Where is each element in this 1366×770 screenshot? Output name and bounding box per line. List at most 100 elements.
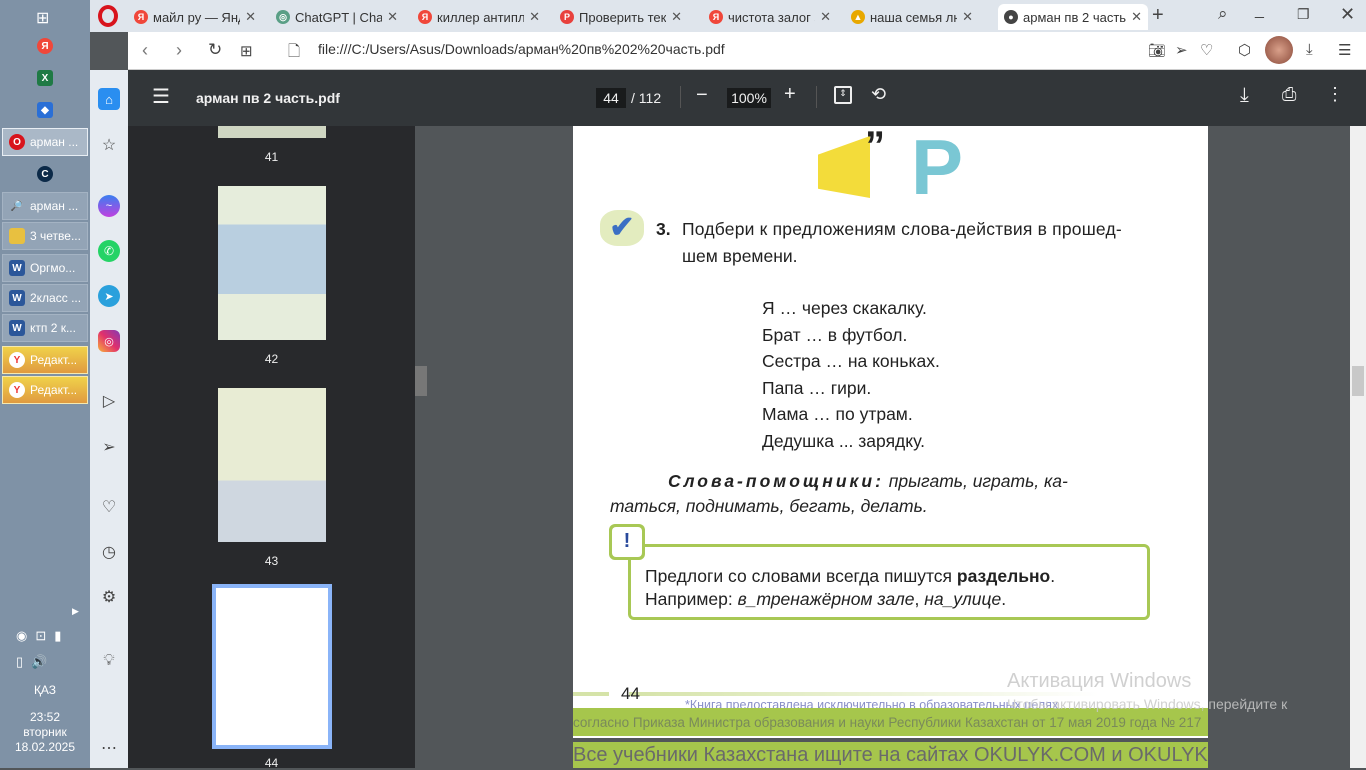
footer-line xyxy=(573,692,609,696)
browser-tab[interactable]: Ямайл ру — Яндекс ✕ xyxy=(128,4,262,30)
forward-button[interactable]: › xyxy=(176,40,182,61)
new-tab-button[interactable]: + xyxy=(1152,4,1164,27)
pdf-page: ” P ✔ 3. Подбери к предложениям слова-де… xyxy=(573,123,1208,738)
easy-setup-icon[interactable]: ☰ xyxy=(1338,41,1351,59)
page-thumbnail[interactable] xyxy=(218,126,326,138)
close-tab-icon[interactable]: ✕ xyxy=(671,9,682,25)
clock-weekday: вторник xyxy=(23,725,67,739)
tab-favicon-icon: Я xyxy=(134,10,148,24)
page-thumbnail[interactable] xyxy=(218,186,326,340)
divider xyxy=(816,86,817,108)
helper-words: Слова-помощники: прыгать, играть, ка- xyxy=(668,471,1068,492)
taskbar-item-word[interactable]: W Оргмо... xyxy=(2,254,88,282)
heart-icon[interactable]: ♡ xyxy=(1200,41,1213,59)
send-flow-icon[interactable]: ➢ xyxy=(98,436,120,458)
wallet-cube-icon[interactable]: ⬡ xyxy=(1238,41,1251,59)
star-icon[interactable]: ☆ xyxy=(98,134,120,156)
close-tab-icon[interactable]: ✕ xyxy=(245,9,256,25)
taskbar-item-folder[interactable]: 3 четве... xyxy=(2,222,88,250)
close-window-button[interactable]: ✕ xyxy=(1340,4,1355,25)
letter-r-image: P xyxy=(911,123,964,211)
rule-text-part: Предлоги со словами всегда пишутся xyxy=(645,566,957,586)
tab-title: чистота залог здоровья xyxy=(728,9,815,25)
menu-hamburger-icon[interactable]: ☰ xyxy=(152,84,170,109)
download-icon[interactable]: ⤓ xyxy=(1240,84,1249,107)
taskbar-item-label: Редакт... xyxy=(30,383,78,397)
taskbar-item-label: арман ... xyxy=(30,199,79,213)
tab-title: наша семья любимая xyxy=(870,9,957,25)
clock-time[interactable]: 23:52 xyxy=(0,710,90,724)
taskbar-item-yandex-browser[interactable]: Y Редакт... xyxy=(2,346,88,374)
home-icon[interactable]: ⌂ xyxy=(98,88,120,110)
browser-tab[interactable]: ▲ наша семья любимая ✕ xyxy=(845,4,979,30)
close-tab-icon[interactable]: ✕ xyxy=(962,9,973,25)
windows-start-icon[interactable]: ⊞ xyxy=(36,8,49,28)
thumbnail-scrollbar[interactable] xyxy=(415,366,427,396)
browser-tab[interactable]: Ячистота залог здоровья ✕ xyxy=(703,4,837,30)
more-icon[interactable]: ⋯ xyxy=(98,737,120,759)
browser-tab[interactable]: ◎ ChatGPT | ChatGPT✕ xyxy=(270,4,404,30)
browser-tab[interactable]: ● арман пв 2 часть ✕ xyxy=(998,4,1148,30)
more-actions-icon[interactable]: ⋮ xyxy=(1326,84,1344,105)
page-thumbnail-current[interactable] xyxy=(212,584,332,749)
tab-title: Проверить текст xyxy=(579,9,667,25)
zoom-level-input[interactable]: 100% xyxy=(727,88,771,108)
tabs-grid-icon[interactable]: ⊞ xyxy=(240,42,253,60)
page-total: / 112 xyxy=(631,90,662,106)
rotate-icon[interactable]: ⟲ xyxy=(871,84,886,105)
page-number: 44 xyxy=(621,684,640,703)
close-tab-icon[interactable]: ✕ xyxy=(1131,9,1142,25)
tab-search-icon[interactable]: ⌕ xyxy=(1218,4,1228,24)
settings-gear-icon[interactable]: ⚙ xyxy=(98,586,120,608)
rule-text-part: , xyxy=(914,589,925,609)
history-clock-icon[interactable]: ◷ xyxy=(98,541,120,563)
helpers-text: прыгать, играть, ка- xyxy=(883,471,1068,491)
browser-tab[interactable]: Якиллер антиплагиат✕ xyxy=(412,4,546,30)
battery-volume-icons[interactable]: ▯🔊 xyxy=(16,654,55,670)
input-language[interactable]: ҚАЗ xyxy=(0,683,90,697)
restore-button[interactable]: ❐ xyxy=(1297,6,1310,23)
zoom-in-button[interactable]: + xyxy=(784,83,796,106)
taskbar-item-opera[interactable]: Oарман ... xyxy=(2,128,88,156)
heart-icon[interactable]: ♡ xyxy=(98,496,120,518)
close-tab-icon[interactable]: ✕ xyxy=(820,9,831,25)
taskbar-item-word[interactable]: W 2класс ... xyxy=(2,284,88,312)
back-button[interactable]: ‹ xyxy=(142,40,148,61)
opera-menu-icon[interactable] xyxy=(98,5,118,27)
example-1: в_тренажёрном зале xyxy=(737,589,915,609)
taskbar-item-search[interactable]: 🔎 арман ... xyxy=(2,192,88,220)
fit-page-icon[interactable]: ⇕ xyxy=(834,86,852,104)
close-tab-icon[interactable]: ✕ xyxy=(387,9,398,25)
page-thumbnail[interactable] xyxy=(218,388,326,542)
telegram-icon[interactable]: ➤ xyxy=(98,285,120,307)
reload-button[interactable]: ↻ xyxy=(208,40,222,60)
tab-favicon-icon: Я xyxy=(418,10,432,24)
snapshot-icon[interactable]: 📷︎ xyxy=(1148,42,1166,59)
whatsapp-icon[interactable]: ✆ xyxy=(98,240,120,262)
url-input[interactable] xyxy=(318,41,1018,57)
close-tab-icon[interactable]: ✕ xyxy=(529,9,540,25)
page-number-input[interactable]: 44 xyxy=(596,88,626,108)
downloads-icon[interactable]: ⤓ xyxy=(1306,41,1313,58)
yandex-icon[interactable]: Я xyxy=(37,38,53,54)
send-icon[interactable]: ➢ xyxy=(1175,41,1188,59)
taskbar-item-word[interactable]: Wктп 2 к... xyxy=(2,314,88,342)
defender-icon[interactable]: ◆ xyxy=(37,102,53,118)
tray-expand-icon[interactable]: ▶ xyxy=(72,606,79,617)
minimize-button[interactable]: _ xyxy=(1255,2,1264,20)
player-icon[interactable]: ▷ xyxy=(98,390,120,412)
tab-title: арман пв 2 часть xyxy=(1023,9,1127,25)
tray-icons[interactable]: ◉⊡▮ xyxy=(16,628,69,644)
zoom-out-button[interactable]: − xyxy=(696,84,708,107)
messenger-icon[interactable]: ~ xyxy=(98,195,120,217)
instagram-icon[interactable]: ◎ xyxy=(98,330,120,352)
ccleaner-icon[interactable]: C xyxy=(37,166,53,182)
browser-tab[interactable]: P Проверить текст✕ xyxy=(554,4,688,30)
taskbar-item-yandex-browser[interactable]: Y Редакт... xyxy=(2,376,88,404)
vertical-scrollbar[interactable] xyxy=(1350,126,1366,768)
excel-icon[interactable]: X xyxy=(37,70,53,86)
print-icon[interactable]: ⎙ xyxy=(1282,84,1296,105)
profile-avatar[interactable] xyxy=(1265,36,1293,64)
lightbulb-icon[interactable]: 💡︎ xyxy=(98,650,120,672)
tab-favicon-icon: P xyxy=(560,10,574,24)
